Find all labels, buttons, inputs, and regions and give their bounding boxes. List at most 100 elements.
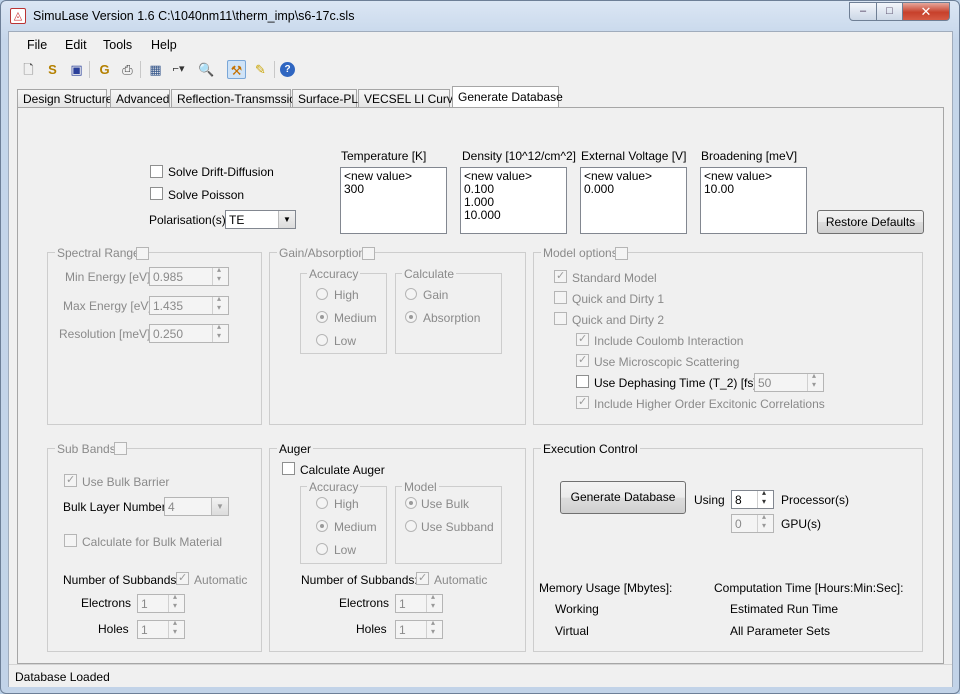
spinner-arrows-icon[interactable]	[212, 265, 228, 285]
estimated-run-time-label: Estimated Run Time	[730, 602, 839, 616]
spinner-arrows-icon[interactable]	[168, 592, 184, 612]
title-bar[interactable]: ◬ SimuLase Version 1.6 C:\1040nm11\therm…	[1, 1, 959, 31]
gain-high-radio[interactable]	[316, 288, 328, 300]
density-list[interactable]: <new value> 0.100 1.000 10.000	[460, 167, 567, 234]
using-label: Using	[694, 493, 725, 507]
sub-bands-checkbox[interactable]	[114, 442, 127, 455]
resolution-spinner[interactable]: 0.250	[149, 322, 229, 343]
coulomb-label: Include Coulomb Interaction	[594, 334, 744, 348]
auger-subbands-number-label: Number of Subbands:	[301, 573, 418, 587]
subbands-automatic-checkbox[interactable]	[176, 571, 189, 585]
gain-radio[interactable]	[405, 288, 417, 300]
temperature-list[interactable]: <new value> 300	[340, 167, 447, 234]
auger-electrons-value: 1	[399, 597, 406, 611]
scattering-checkbox[interactable]	[576, 353, 589, 367]
auger-medium-radio[interactable]	[316, 520, 328, 532]
print-icon[interactable]: ⎙	[118, 60, 137, 79]
run-stamp-icon[interactable]: ⚒	[227, 60, 246, 79]
min-energy-label: Min Energy [eV]	[65, 270, 151, 284]
quick-dirty-2-checkbox[interactable]	[554, 312, 567, 325]
spinner-arrows-icon[interactable]	[426, 618, 442, 638]
voltage-list[interactable]: <new value> 0.000	[580, 167, 687, 234]
close-button[interactable]: ✕	[902, 2, 950, 21]
bulk-layer-label: Bulk Layer Number	[63, 500, 166, 514]
auger-low-radio[interactable]	[316, 543, 328, 555]
tab-surface-pl[interactable]: Surface-PL	[292, 89, 358, 108]
menu-tools[interactable]: Tools	[103, 38, 132, 52]
tab-design-structure[interactable]: Design Structure	[17, 89, 112, 108]
chevron-down-icon[interactable]: ▼	[211, 498, 228, 515]
model-options-checkbox[interactable]	[615, 247, 628, 260]
bulk-layer-select[interactable]: 4 ▼	[164, 497, 229, 516]
auger-high-radio[interactable]	[316, 497, 328, 509]
spectral-range-checkbox[interactable]	[136, 247, 149, 260]
auger-automatic-checkbox[interactable]	[416, 571, 429, 585]
auger-electrons-spinner[interactable]: 1	[395, 592, 443, 613]
spinner-arrows-icon[interactable]	[807, 371, 823, 391]
absorption-radio[interactable]	[405, 311, 417, 323]
list-item[interactable]: 10.000	[464, 209, 563, 222]
bulk-barrier-checkbox[interactable]	[64, 473, 77, 487]
dephasing-checkbox[interactable]	[576, 375, 589, 388]
maximize-button[interactable]: □	[876, 2, 903, 21]
sub-bands-title: Sub Bands	[55, 442, 118, 456]
drift-diffusion-checkbox[interactable]	[150, 165, 163, 178]
bulk-material-checkbox[interactable]	[64, 534, 77, 547]
dephasing-spinner[interactable]: 50	[754, 371, 824, 392]
menu-file[interactable]: File	[27, 38, 47, 52]
quick-dirty-1-label: Quick and Dirty 1	[572, 292, 665, 306]
gpus-spinner[interactable]: 0	[731, 512, 774, 533]
list-item[interactable]: 10.00	[704, 183, 803, 196]
poisson-checkbox[interactable]	[150, 187, 163, 200]
generate-database-button[interactable]: Generate Database	[560, 481, 686, 514]
menu-edit[interactable]: Edit	[65, 38, 87, 52]
spinner-arrows-icon[interactable]	[168, 618, 184, 638]
help-icon[interactable]: ?	[280, 62, 295, 77]
open-s-file-icon[interactable]: S	[43, 60, 62, 79]
auger-holes-value: 1	[399, 623, 406, 637]
ruler-dropdown-icon[interactable]: ⌐▾	[169, 60, 188, 79]
minimize-button[interactable]: –	[849, 2, 877, 21]
zoom-icon[interactable]: 🔍	[197, 60, 216, 79]
client-area: File Edit Tools Help 🗋 S ▣ G ⎙ ▦ ⌐▾ 🔍 ⚒ …	[8, 31, 953, 687]
use-bulk-radio[interactable]	[405, 497, 417, 509]
tab-vecsel-li-curve[interactable]: VECSEL LI Curve	[358, 89, 460, 108]
tab-generate-database[interactable]: Generate Database	[452, 86, 563, 108]
spinner-arrows-icon[interactable]	[757, 488, 773, 508]
spinner-arrows-icon[interactable]	[212, 294, 228, 314]
tab-advanced[interactable]: Advanced	[110, 89, 170, 108]
auger-title: Auger	[277, 442, 314, 456]
open-g-file-icon[interactable]: G	[95, 60, 114, 79]
broadening-list[interactable]: <new value> 10.00	[700, 167, 807, 234]
excitonic-checkbox[interactable]	[576, 395, 589, 409]
subbands-electrons-spinner[interactable]: 1	[137, 592, 185, 613]
processors-spinner[interactable]: 8	[731, 488, 774, 509]
menu-help[interactable]: Help	[151, 38, 177, 52]
coulomb-checkbox[interactable]	[576, 332, 589, 346]
min-energy-spinner[interactable]: 0.985	[149, 265, 229, 286]
polarisation-select[interactable]: TE ▼	[225, 210, 296, 229]
chevron-down-icon[interactable]: ▼	[278, 211, 295, 228]
max-energy-spinner[interactable]: 1.435	[149, 294, 229, 315]
spinner-arrows-icon[interactable]	[757, 512, 773, 532]
standard-model-checkbox[interactable]	[554, 269, 567, 283]
use-subband-radio[interactable]	[405, 520, 417, 532]
quick-dirty-1-checkbox[interactable]	[554, 291, 567, 304]
list-item[interactable]: 300	[344, 183, 443, 196]
gain-low-radio[interactable]	[316, 334, 328, 346]
spinner-arrows-icon[interactable]	[212, 322, 228, 342]
layout-icon[interactable]: ▦	[146, 60, 165, 79]
save-icon[interactable]: ▣	[67, 60, 86, 79]
spinner-arrows-icon[interactable]	[426, 592, 442, 612]
pencil-icon[interactable]: ✎	[251, 60, 270, 79]
new-file-icon[interactable]: 🗋	[19, 60, 38, 79]
auger-holes-spinner[interactable]: 1	[395, 618, 443, 639]
calculate-auger-checkbox[interactable]	[282, 462, 295, 475]
excitonic-label: Include Higher Order Excitonic Correlati…	[594, 397, 825, 411]
gain-absorption-checkbox[interactable]	[362, 247, 375, 260]
gain-medium-radio[interactable]	[316, 311, 328, 323]
tab-reflection-transmission[interactable]: Reflection-Transmssion	[171, 89, 303, 108]
restore-defaults-button[interactable]: Restore Defaults	[817, 210, 924, 234]
subbands-holes-spinner[interactable]: 1	[137, 618, 185, 639]
list-item[interactable]: 0.000	[584, 183, 683, 196]
